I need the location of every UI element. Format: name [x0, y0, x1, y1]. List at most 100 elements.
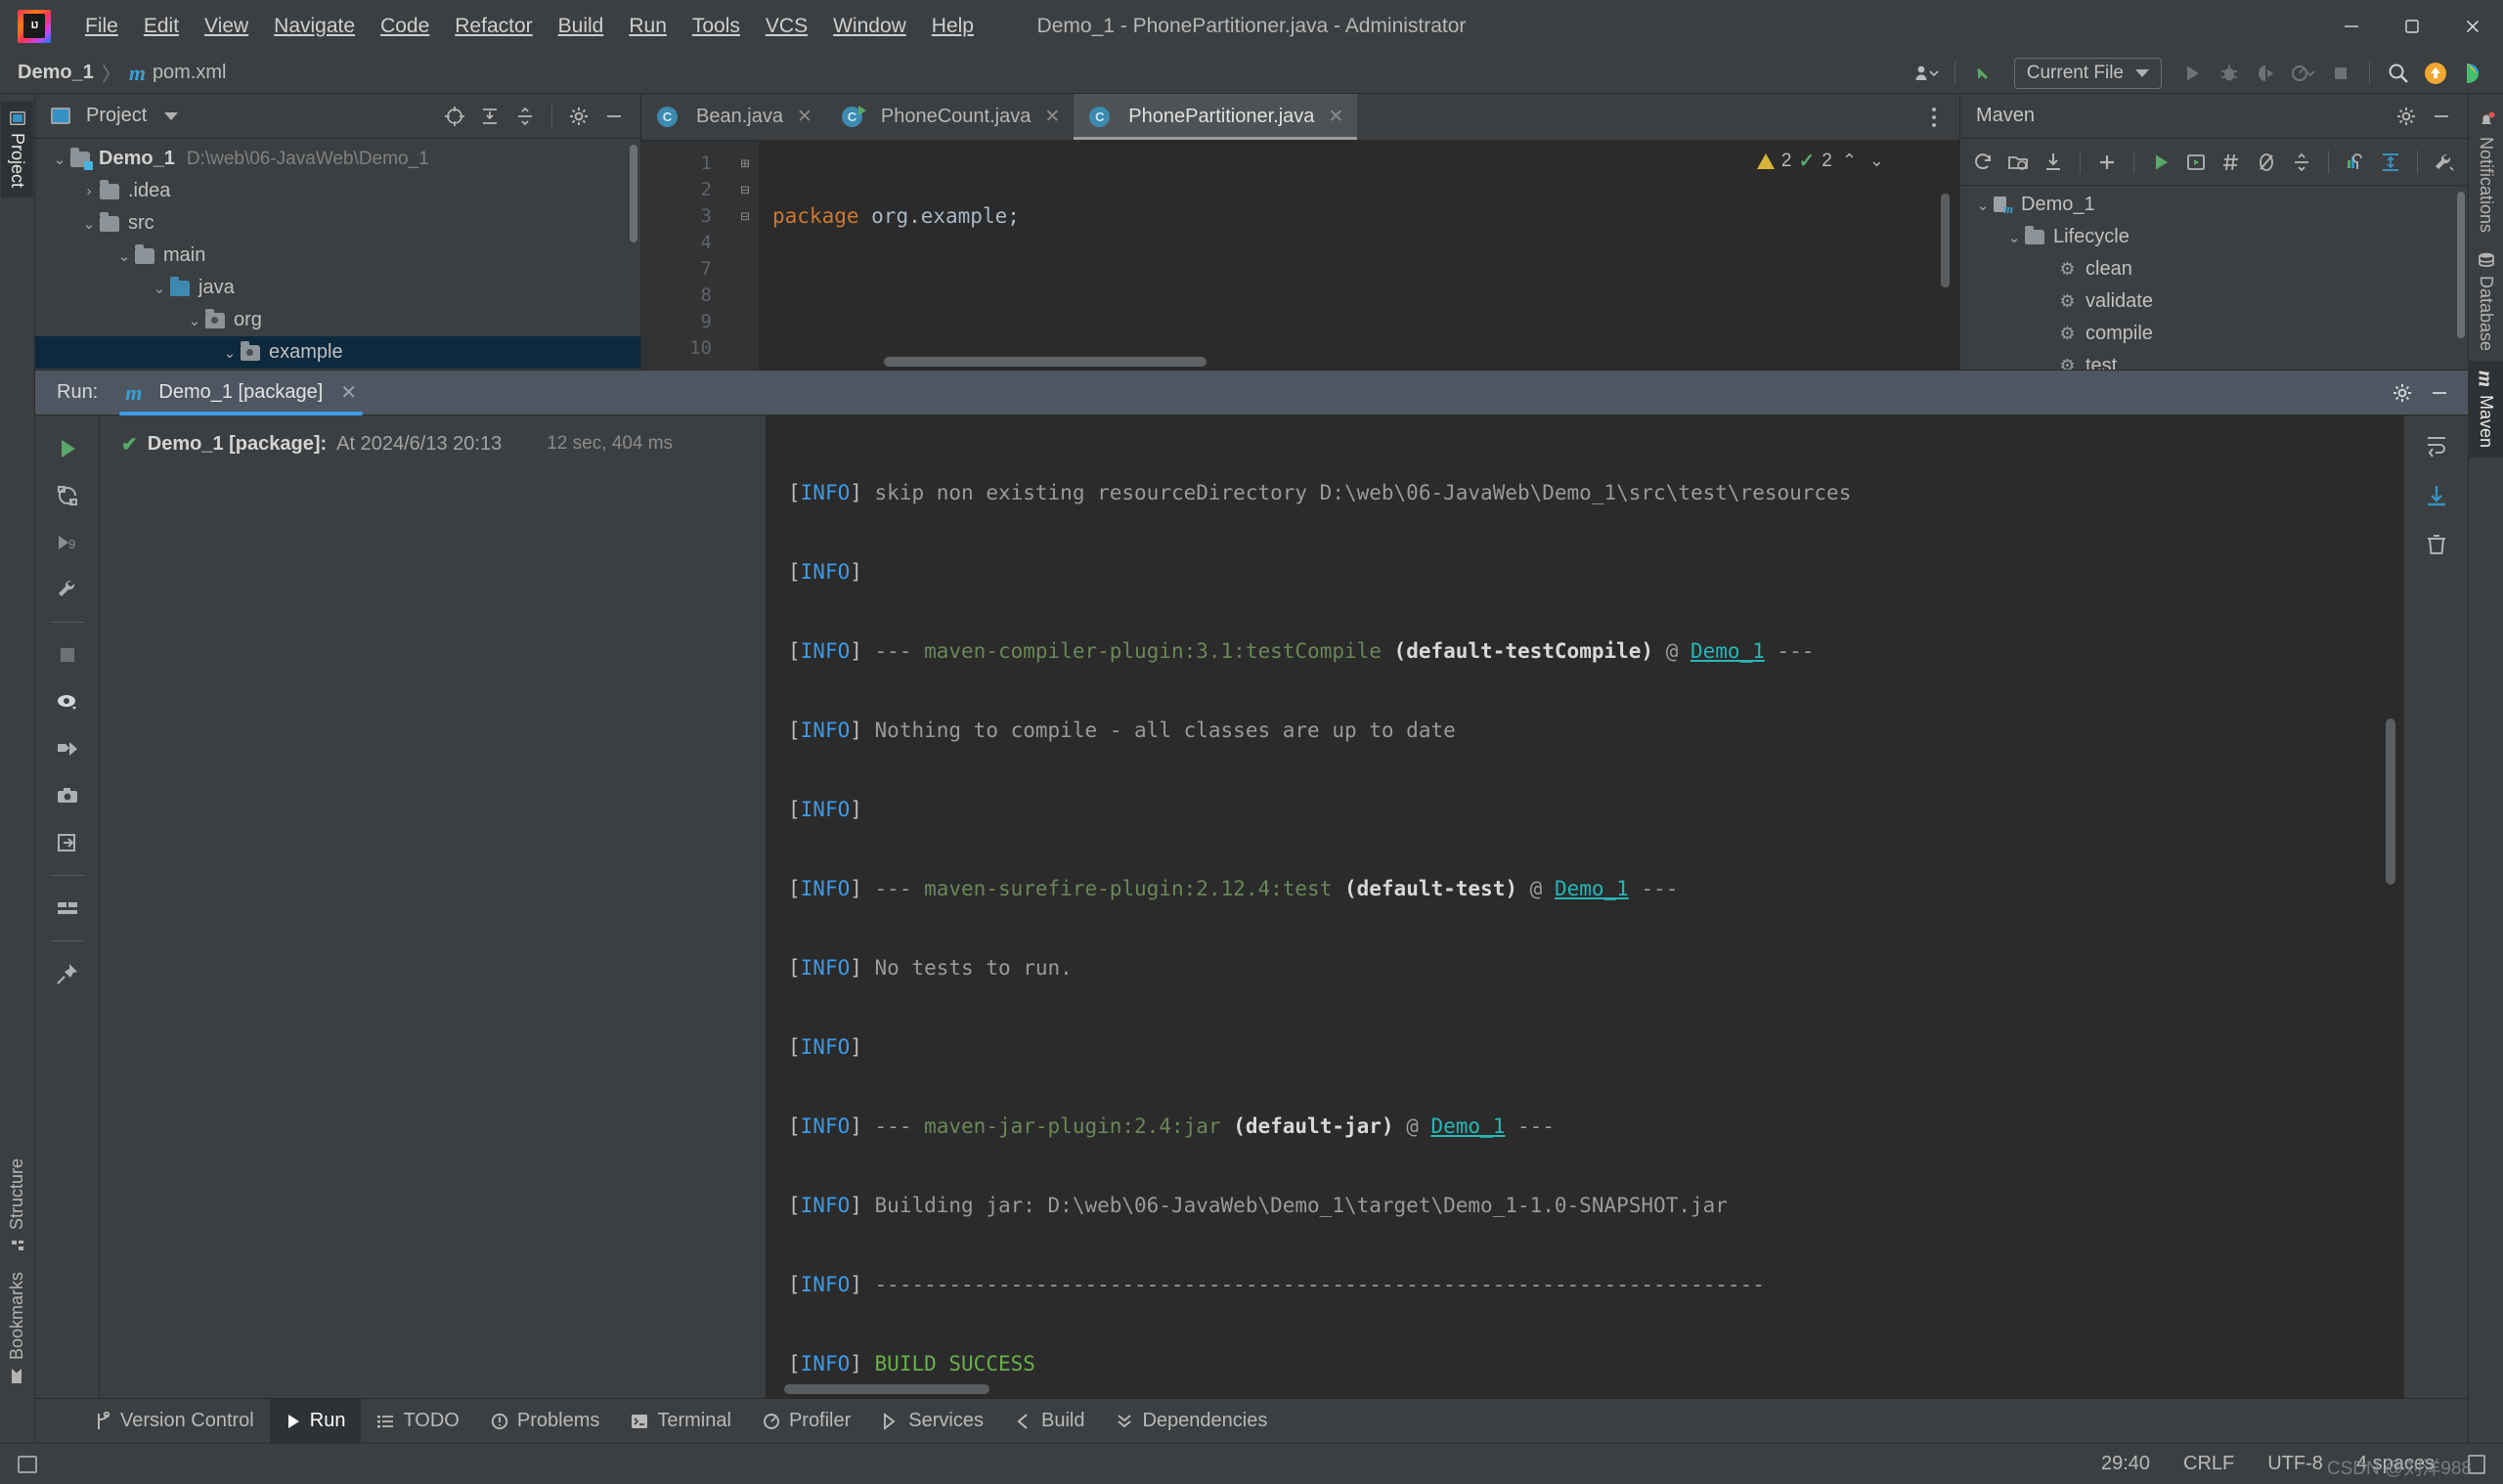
import-tests-icon[interactable]	[46, 821, 89, 864]
previous-highlight-icon[interactable]: ⌃	[1839, 151, 1860, 171]
menu-edit[interactable]: Edit	[131, 11, 192, 42]
menu-run[interactable]: Run	[616, 11, 680, 42]
sidebar-item-bookmarks[interactable]: Bookmarks	[1, 1262, 33, 1394]
maven-projects-tree[interactable]: ⌄ m Demo_1 ⌄ Lifecycle ⚙ clean ⚙ validat…	[1960, 186, 2468, 370]
wrench-icon[interactable]	[46, 568, 89, 611]
camera-export-icon[interactable]	[46, 774, 89, 817]
maven-node-lifecycle[interactable]: ⌄ Lifecycle	[1960, 221, 2468, 253]
settings-gear-icon[interactable]	[562, 101, 595, 132]
vertical-dots-icon[interactable]	[1918, 104, 1950, 131]
next-highlight-icon[interactable]: ⌄	[1866, 151, 1887, 171]
profile-icon[interactable]	[2287, 58, 2320, 89]
eye-filter-icon[interactable]	[46, 680, 89, 723]
menu-code[interactable]: Code	[368, 11, 442, 42]
chevron-down-icon[interactable]: ⌄	[149, 280, 170, 297]
reload-all-maven-projects-icon[interactable]	[1966, 147, 1999, 178]
run-icon[interactable]	[2175, 58, 2209, 89]
close-icon[interactable]: ✕	[1044, 106, 1060, 128]
maximize-button[interactable]	[2382, 0, 2442, 53]
tab-phonecount-java[interactable]: C PhoneCount.java ✕	[826, 94, 1074, 140]
chevron-down-icon[interactable]: ⌄	[184, 312, 205, 329]
toggle-skip-tests-icon[interactable]	[2215, 147, 2248, 178]
download-sources-icon[interactable]	[2037, 147, 2070, 178]
maven-tree-scrollbar[interactable]	[2457, 192, 2465, 338]
show-dependencies-icon[interactable]	[2339, 147, 2372, 178]
search-everywhere-icon[interactable]	[2382, 58, 2415, 89]
sidebar-item-project[interactable]: Project	[1, 102, 33, 198]
sidebar-item-maven[interactable]: m Maven	[2467, 361, 2503, 458]
ide-feedback-icon[interactable]	[2456, 58, 2489, 89]
run-with-coverage-icon[interactable]	[2250, 58, 2283, 89]
sidebar-item-structure[interactable]: Structure	[1, 1149, 33, 1262]
maven-settings-icon[interactable]	[2428, 147, 2461, 178]
code-folding-gutter[interactable]: ⊞ ⊟ ⊟	[731, 141, 759, 370]
editor-vertical-scrollbar[interactable]	[1941, 194, 1950, 287]
update-badge-icon[interactable]	[2419, 58, 2452, 89]
chevron-right-icon[interactable]: ›	[78, 183, 100, 199]
toolwindow-version-control[interactable]: Version Control	[78, 1399, 270, 1444]
select-opened-file-icon[interactable]	[438, 101, 471, 132]
rerun-automatically-icon[interactable]	[46, 474, 89, 517]
read-only-lock-icon[interactable]	[2468, 1454, 2485, 1474]
settings-gear-icon[interactable]	[2386, 377, 2419, 409]
ide-layout-icon[interactable]	[18, 1455, 37, 1473]
tree-node-org[interactable]: ⌄ org	[35, 304, 640, 336]
chevron-down-icon[interactable]: ⌄	[113, 247, 135, 265]
breadcrumb-project[interactable]: Demo_1	[18, 62, 94, 84]
maven-goal-validate[interactable]: ⚙ validate	[1960, 285, 2468, 318]
chevron-down-icon[interactable]	[164, 111, 179, 120]
toolwindow-build[interactable]: Build	[999, 1399, 1100, 1444]
editor-horizontal-scrollbar[interactable]	[884, 357, 1207, 367]
run-result-row[interactable]: ✔ Demo_1 [package]: At 2024/6/13 20:13 1…	[100, 427, 766, 460]
toggle-offline-mode-icon[interactable]	[2250, 147, 2283, 178]
menu-window[interactable]: Window	[820, 11, 919, 42]
menu-build[interactable]: Build	[546, 11, 617, 42]
menu-vcs[interactable]: VCS	[753, 11, 820, 42]
update-project-icon[interactable]	[1967, 58, 2000, 89]
trash-icon[interactable]	[2415, 523, 2458, 566]
tree-node-example[interactable]: ⌄ example	[35, 336, 640, 369]
user-dropdown-icon[interactable]	[1910, 58, 1943, 89]
expand-icon[interactable]	[2374, 147, 2407, 178]
console-vertical-scrollbar[interactable]	[2386, 719, 2395, 885]
layout-icon[interactable]	[46, 887, 89, 930]
scroll-to-end-icon[interactable]	[2415, 474, 2458, 517]
menu-tools[interactable]: Tools	[680, 11, 753, 42]
toolwindow-run[interactable]: Run	[269, 1398, 362, 1444]
maven-goal-test[interactable]: ⚙ test	[1960, 350, 2468, 370]
chevron-down-icon[interactable]: ⌄	[78, 215, 100, 233]
add-icon[interactable]	[2090, 147, 2124, 178]
menu-navigate[interactable]: Navigate	[261, 11, 368, 42]
menu-help[interactable]: Help	[919, 11, 987, 42]
toolwindow-services[interactable]: Services	[866, 1399, 999, 1444]
close-icon[interactable]: ✕	[340, 380, 357, 405]
soft-wrap-icon[interactable]	[2415, 425, 2458, 468]
close-button[interactable]	[2442, 0, 2503, 53]
collapse-all-icon[interactable]	[508, 101, 542, 132]
hide-icon[interactable]	[2423, 377, 2456, 409]
toolwindow-terminal[interactable]: Terminal	[615, 1399, 747, 1444]
chevron-down-icon[interactable]: ⌄	[2003, 229, 2025, 246]
sidebar-item-database[interactable]: Database	[2470, 242, 2502, 361]
menu-refactor[interactable]: Refactor	[442, 11, 545, 42]
execute-maven-goal-icon[interactable]	[2179, 147, 2213, 178]
maven-node-demo1[interactable]: ⌄ m Demo_1	[1960, 189, 2468, 221]
tree-node-main[interactable]: ⌄ main	[35, 240, 640, 272]
stop-icon[interactable]	[46, 633, 89, 677]
breadcrumb-file[interactable]: pom.xml	[153, 62, 227, 84]
minimize-button[interactable]	[2321, 0, 2382, 53]
run-result-tree[interactable]: ✔ Demo_1 [package]: At 2024/6/13 20:13 1…	[100, 415, 767, 1398]
sidebar-item-notifications[interactable]: Notifications	[2470, 102, 2502, 242]
tab-bean-java[interactable]: C Bean.java ✕	[641, 94, 826, 140]
maven-goal-compile[interactable]: ⚙ compile	[1960, 318, 2468, 350]
debug-icon[interactable]	[2213, 58, 2246, 89]
hide-icon[interactable]	[2425, 101, 2458, 132]
collapse-all-icon[interactable]	[2285, 147, 2318, 178]
add-maven-project-icon[interactable]	[2001, 147, 2035, 178]
tree-node-demo1[interactable]: ⌄ Demo_1 D:\web\06-JavaWeb\Demo_1	[35, 143, 640, 175]
chevron-down-icon[interactable]: ⌄	[49, 151, 70, 168]
project-tree[interactable]: ⌄ Demo_1 D:\web\06-JavaWeb\Demo_1 › .ide…	[35, 139, 640, 370]
tree-node-java[interactable]: ⌄ java	[35, 272, 640, 304]
file-encoding[interactable]: UTF-8	[2267, 1453, 2323, 1475]
toolwindow-profiler[interactable]: Profiler	[747, 1399, 866, 1444]
